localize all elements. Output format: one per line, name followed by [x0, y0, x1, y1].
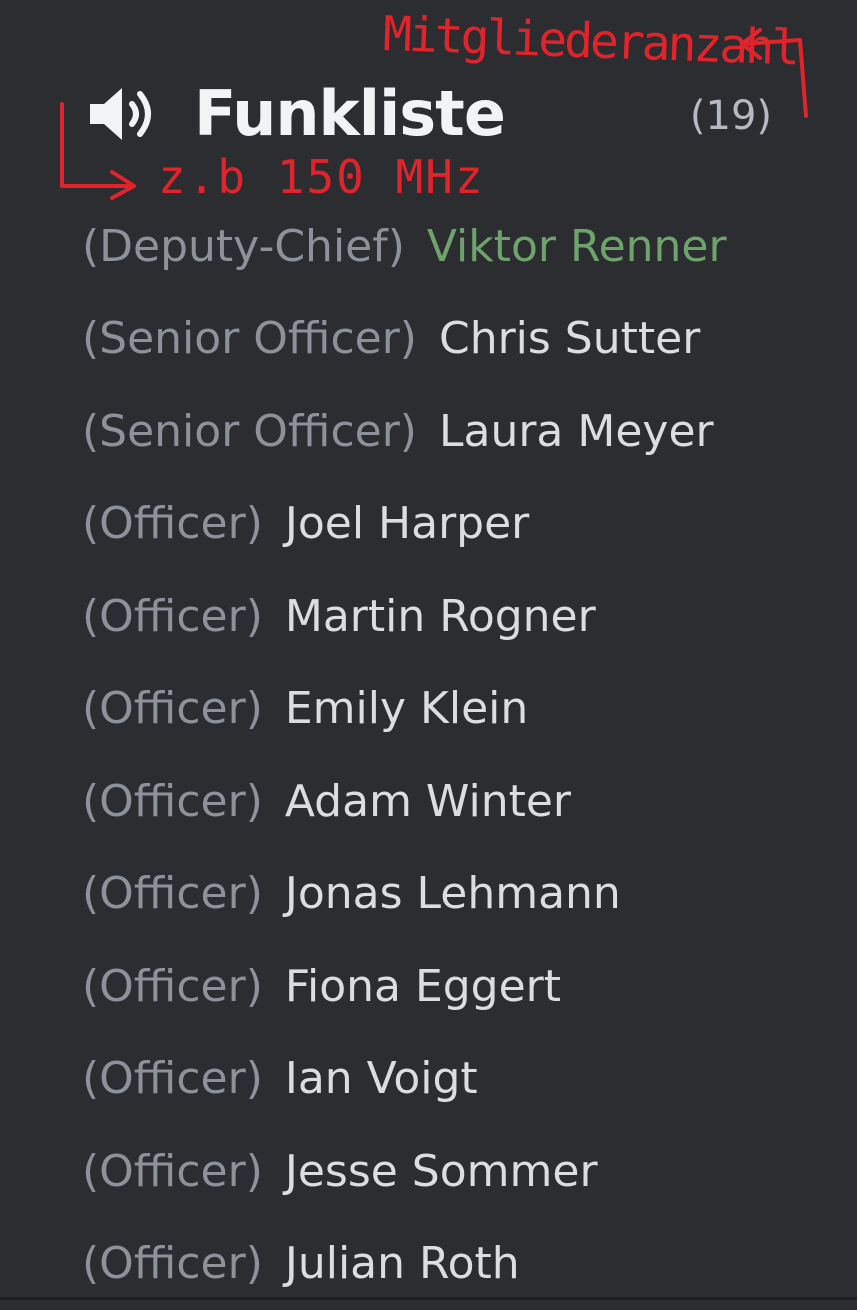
list-item[interactable]: (Officer) Jesse Sommer	[82, 1125, 842, 1218]
frequency-arrowhead	[112, 172, 134, 198]
member-role: (Officer)	[82, 591, 263, 642]
member-role: (Officer)	[82, 961, 263, 1012]
member-name[interactable]: Laura Meyer	[439, 406, 714, 457]
list-item[interactable]: (Officer) Fiona Eggert	[82, 940, 842, 1033]
member-name[interactable]: Viktor Renner	[427, 221, 727, 272]
member-role: (Officer)	[82, 1146, 263, 1197]
list-item[interactable]: (Officer) Ian Voigt	[82, 1033, 842, 1126]
member-count: (19)	[690, 86, 772, 146]
frequency-annotation: z.b 150 MHz	[158, 150, 485, 204]
member-role: (Deputy-Chief)	[82, 221, 405, 272]
member-name[interactable]: Julian Roth	[285, 1238, 520, 1289]
member-name[interactable]: Ian Voigt	[285, 1053, 478, 1104]
member-role: (Officer)	[82, 1053, 263, 1104]
member-name[interactable]: Joel Harper	[285, 498, 529, 549]
list-item[interactable]: (Officer) Jonas Lehmann	[82, 848, 842, 941]
channel-header[interactable]: Funkliste (19)	[86, 78, 776, 150]
list-item[interactable]: (Officer) Adam Winter	[82, 755, 842, 848]
member-name[interactable]: Jonas Lehmann	[285, 868, 621, 919]
member-name[interactable]: Adam Winter	[285, 776, 571, 827]
member-name[interactable]: Martin Rogner	[285, 591, 596, 642]
member-role: (Officer)	[82, 1238, 263, 1289]
member-name[interactable]: Fiona Eggert	[285, 961, 561, 1012]
list-item[interactable]: (Senior Officer) Chris Sutter	[82, 293, 842, 386]
member-name[interactable]: Chris Sutter	[439, 313, 700, 364]
list-item[interactable]: (Officer) Joel Harper	[82, 478, 842, 571]
member-role: (Officer)	[82, 498, 263, 549]
list-item[interactable]: (Deputy-Chief) Viktor Renner	[82, 200, 842, 293]
member-count-arrowhead	[742, 30, 760, 58]
member-role: (Senior Officer)	[82, 313, 417, 364]
member-role: (Senior Officer)	[82, 406, 417, 457]
list-item[interactable]: (Officer) Martin Rogner	[82, 570, 842, 663]
member-name[interactable]: Emily Klein	[285, 683, 528, 734]
member-list: (Deputy-Chief)Viktor Renner(Senior Offic…	[82, 200, 842, 1310]
member-role: (Officer)	[82, 683, 263, 734]
list-item[interactable]: (Senior Officer) Laura Meyer	[82, 385, 842, 478]
member-role: (Officer)	[82, 776, 263, 827]
member-role: (Officer)	[82, 868, 263, 919]
list-item[interactable]: (Officer) Emily Klein	[82, 663, 842, 756]
member-count-annotation: Mitgliederanzahl	[382, 6, 798, 76]
member-name[interactable]: Jesse Sommer	[285, 1146, 598, 1197]
speaker-icon	[86, 82, 160, 146]
channel-title: Funkliste	[194, 78, 505, 150]
